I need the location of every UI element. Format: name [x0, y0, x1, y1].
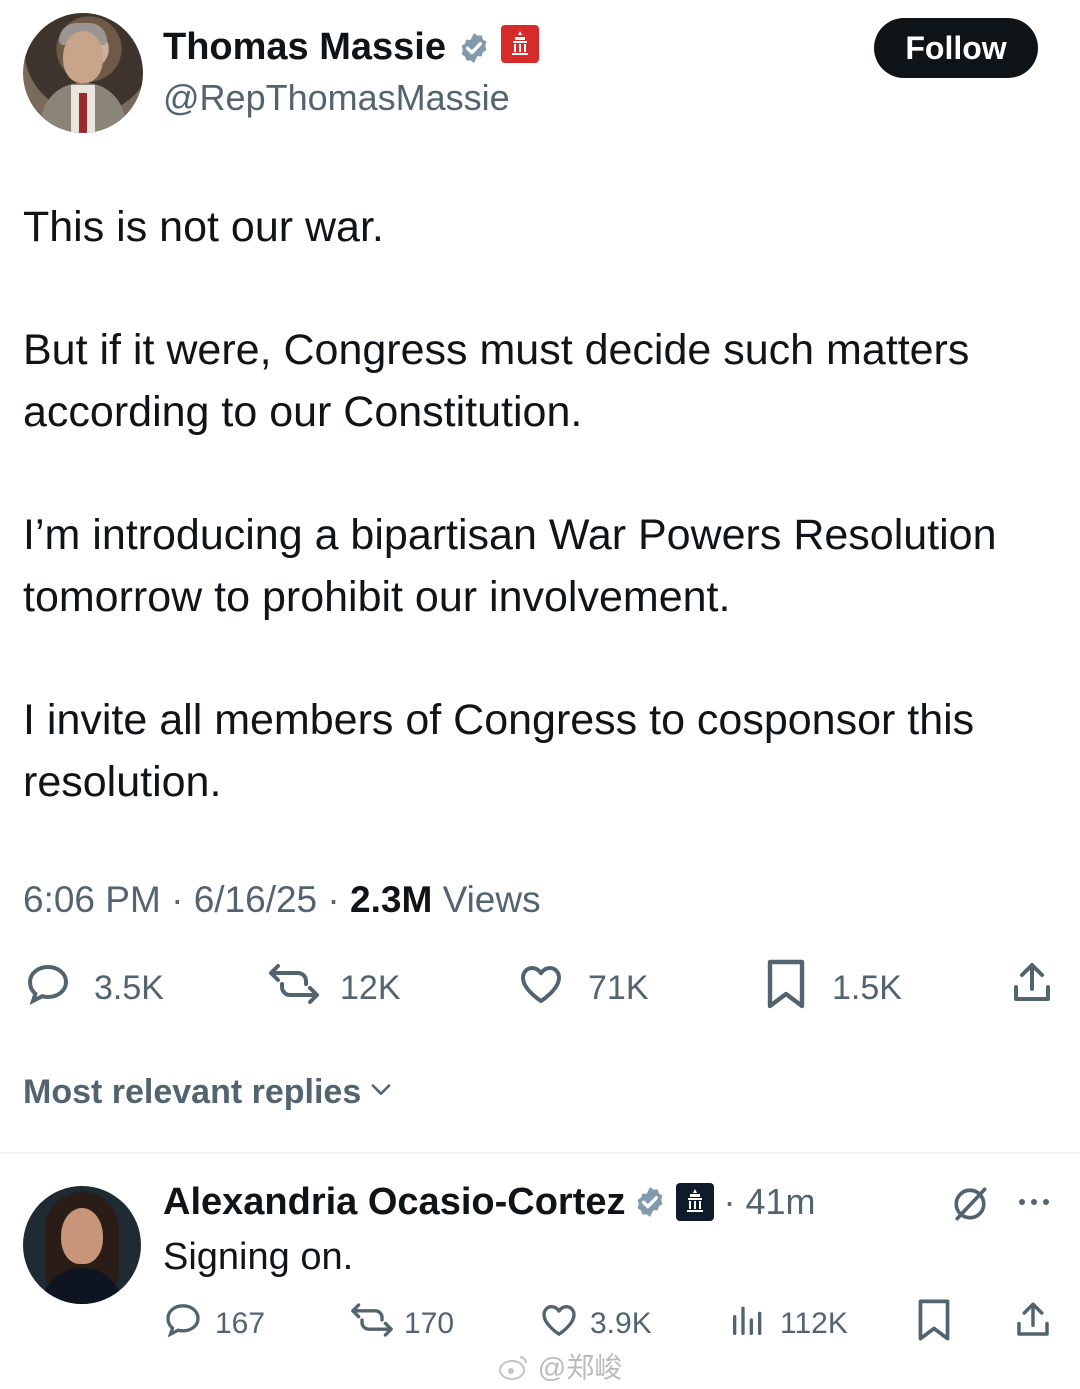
author-handle[interactable]: @RepThomasMassie	[163, 76, 510, 120]
repost-icon	[348, 1300, 396, 1348]
reply-icon	[163, 1300, 203, 1348]
views-count: 112K	[780, 1307, 848, 1340]
tweet-date[interactable]: 6/16/25	[194, 879, 317, 920]
repost-icon	[266, 960, 322, 1017]
bookmark-count: 1.5K	[832, 968, 902, 1007]
democrat-affiliation-icon[interactable]	[675, 1182, 715, 1222]
tweet-paragraph: I invite all members of Congress to cosp…	[23, 696, 975, 806]
share-icon	[1012, 1299, 1054, 1350]
views-count: 2.3M	[350, 879, 433, 920]
reply-share-button[interactable]	[1012, 1302, 1054, 1346]
reply-bookmark-button[interactable]	[914, 1298, 954, 1351]
reply-like-action[interactable]: 3.9K	[538, 1300, 652, 1348]
tweet-time[interactable]: 6:06 PM	[23, 879, 161, 920]
tweet-paragraph: But if it were, Congress must decide suc…	[23, 326, 970, 436]
tweet-meta: 6:06 PM · 6/16/25 · 2.3M Views	[23, 872, 541, 928]
author-avatar[interactable]	[23, 13, 143, 133]
heart-icon	[516, 960, 566, 1017]
heart-icon	[538, 1300, 580, 1348]
gop-affiliation-icon[interactable]	[501, 25, 540, 74]
reply-timestamp[interactable]: · 41m	[723, 1178, 815, 1226]
bookmark-action[interactable]: 1.5K	[764, 958, 902, 1019]
verified-badge-icon	[457, 26, 491, 72]
chevron-down-icon	[367, 1068, 395, 1116]
tweet-paragraph: I’m introducing a bipartisan War Powers …	[23, 511, 997, 621]
replies-sort-dropdown[interactable]: Most relevant replies	[23, 1068, 395, 1116]
repost-count: 12K	[340, 968, 401, 1007]
reply-count: 3.5K	[94, 968, 164, 1007]
reply-icon	[24, 960, 72, 1017]
reply-action[interactable]: 3.5K	[24, 960, 164, 1016]
meta-separator: ·	[171, 879, 184, 920]
repost-count: 170	[404, 1307, 455, 1340]
watermark-text: @郑峻	[537, 1352, 623, 1383]
reply-author-avatar[interactable]	[23, 1186, 141, 1304]
follow-button[interactable]: Follow	[874, 18, 1038, 78]
bookmark-icon	[914, 1298, 954, 1351]
grok-icon	[948, 1187, 992, 1230]
reply-count: 167	[215, 1307, 266, 1340]
weibo-logo-icon	[498, 1353, 530, 1388]
share-button[interactable]	[1008, 962, 1056, 1012]
analytics-icon	[728, 1300, 768, 1348]
share-icon	[1008, 959, 1056, 1016]
reply-reply-action[interactable]: 167	[163, 1300, 265, 1348]
author-name-row[interactable]: Thomas Massie	[163, 24, 540, 74]
reply-header: Alexandria Ocasio-Cortez · 41m	[163, 1178, 816, 1226]
replies-sort-label: Most relevant replies	[23, 1073, 362, 1111]
grok-button[interactable]	[948, 1182, 992, 1231]
like-count: 71K	[588, 968, 649, 1007]
divider	[0, 1152, 1080, 1154]
reply-repost-action[interactable]: 170	[348, 1300, 454, 1348]
more-options-button[interactable]	[1014, 1190, 1054, 1219]
views-label: Views	[442, 879, 541, 920]
like-action[interactable]: 71K	[516, 960, 649, 1016]
repost-action[interactable]: 12K	[266, 960, 401, 1016]
more-icon	[1014, 1199, 1054, 1218]
bookmark-icon	[764, 958, 808, 1019]
reply-author-name[interactable]: Alexandria Ocasio-Cortez	[163, 1178, 625, 1226]
tweet-text: This is not our war. But if it were, Con…	[23, 196, 1063, 874]
author-name[interactable]: Thomas Massie	[163, 26, 446, 68]
like-count: 3.9K	[590, 1307, 652, 1340]
verified-badge-icon	[633, 1185, 667, 1219]
reply-text: Signing on.	[163, 1236, 354, 1278]
tweet-paragraph: This is not our war.	[23, 203, 384, 251]
watermark: @郑峻	[498, 1346, 622, 1388]
meta-separator: ·	[327, 879, 340, 920]
reply-views-action[interactable]: 112K	[728, 1300, 848, 1348]
